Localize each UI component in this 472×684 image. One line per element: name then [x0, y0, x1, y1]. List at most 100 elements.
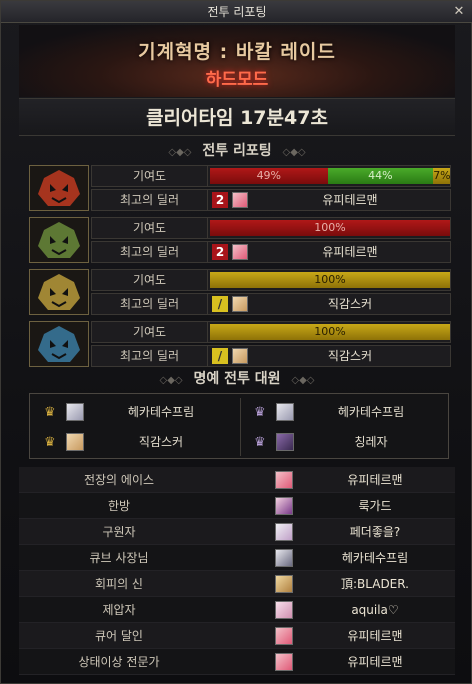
award-title: 큐브 사장님: [89, 551, 149, 565]
honor-member-name: 직감스커: [138, 435, 184, 449]
crown-icon: ♛: [254, 405, 266, 420]
crown-icon: ♛: [254, 435, 266, 450]
blue-dragon-boss-icon: [29, 321, 89, 367]
section-title-honor: 명예 전투 대원: [193, 371, 281, 387]
contribution-segment: 49%: [210, 168, 328, 184]
contribution-bar: 100%: [210, 272, 450, 288]
contribution-segment: 7%: [433, 168, 451, 184]
character-avatar: [275, 497, 293, 515]
award-row: 한방 룩가드: [19, 493, 455, 519]
boss-stats: 기여도 100% 최고의 딜러 2 유피테르맨: [91, 217, 451, 263]
window-title: 전투 리포팅: [207, 5, 267, 19]
award-recipient-name: 룩가드: [358, 499, 392, 513]
best-dealer-label: 최고의 딜러: [92, 346, 208, 366]
dealer-name: 유피테르맨: [322, 245, 378, 259]
award-title: 구원자: [102, 525, 136, 539]
contribution-bar: 49% 44% 7%: [210, 168, 451, 184]
close-icon[interactable]: ✕: [451, 4, 467, 20]
honor-member: ♛ 헤카테수프림: [242, 398, 450, 426]
boss-stats: 기여도 100% 최고의 딜러 / 직감스커: [91, 269, 451, 315]
award-row: 구원자 페더좋을?: [19, 519, 455, 545]
character-avatar: [275, 627, 293, 645]
contribution-segment: 44%: [327, 168, 434, 184]
award-row: 상태이상 전문가 유피테르맨: [19, 649, 455, 675]
contribution-line: 기여도 49% 44% 7%: [91, 165, 451, 187]
best-dealer: 2 유피테르맨: [210, 191, 450, 209]
honor-member: ♛ 칭레자: [242, 428, 450, 456]
contribution-label: 기여도: [92, 166, 208, 186]
award-title: 전장의 에이스: [83, 473, 155, 487]
honor-member-name: 헤카테수프림: [127, 405, 195, 419]
divider-ornament-icon: ◇◆◇: [282, 147, 306, 158]
contribution-line: 기여도 100%: [91, 217, 451, 239]
award-title: 큐어 달인: [95, 629, 143, 643]
battle-report-window: 전투 리포팅 ✕ 기계혁명 : 바칼 레이드 하드모드 클리어타임 17분47초…: [0, 0, 472, 684]
best-dealer: / 직감스커: [210, 295, 450, 313]
contribution-bar: 100%: [210, 220, 450, 236]
award-recipient-name: 헤카테수프림: [341, 551, 409, 565]
award-row: 제압자 aquila♡: [19, 597, 455, 623]
award-row: 큐어 달인 유피테르맨: [19, 623, 455, 649]
contribution-label: 기여도: [92, 270, 208, 290]
section-title-report: 전투 리포팅: [202, 143, 272, 159]
character-avatar: [275, 471, 293, 489]
class-badge-icon: 2: [212, 192, 228, 208]
section-header-honor: ◇◆◇ 명예 전투 대원 ◇◆◇: [19, 367, 455, 391]
boss-stats: 기여도 100% 최고의 딜러 / 직감스커: [91, 321, 451, 367]
award-recipient-name: aquila♡: [351, 603, 399, 617]
best-dealer-line: 최고의 딜러 / 직감스커: [91, 345, 451, 367]
contribution-segment: 100%: [210, 324, 450, 340]
boss-row: 기여도 100% 최고의 딜러 / 직감스커: [29, 269, 451, 315]
character-avatar: [275, 601, 293, 619]
award-recipient-name: 페더좋을?: [349, 525, 401, 539]
award-row: 회피의 신 頂:BLADER.: [19, 571, 455, 597]
crown-icon: ♛: [44, 435, 56, 450]
character-avatar: [66, 433, 84, 451]
character-avatar: [275, 575, 293, 593]
award-list: 전장의 에이스 유피테르맨 한방 룩가드 구원자 페더좋을? 큐브 사장님 헤카테수프림 회피의…: [19, 467, 455, 679]
contribution-line: 기여도 100%: [91, 269, 451, 291]
window-titlebar[interactable]: 전투 리포팅 ✕: [1, 1, 472, 23]
award-recipient-name: 유피테르맨: [347, 629, 403, 643]
raid-title: 기계혁명 : 바칼 레이드: [138, 41, 336, 63]
boss-row: 기여도 49% 44% 7% 최고의 딜러 2 유피테르맨: [29, 165, 451, 211]
character-avatar: [232, 244, 248, 260]
character-avatar: [275, 523, 293, 541]
dealer-name: 직감스커: [327, 297, 373, 311]
character-avatar: [232, 348, 248, 364]
honor-member: ♛ 직감스커: [32, 428, 240, 456]
class-badge-icon: /: [212, 348, 228, 364]
award-title: 회피의 신: [95, 577, 143, 591]
class-badge-icon: 2: [212, 244, 228, 260]
award-recipient-name: 유피테르맨: [347, 473, 403, 487]
boss-row: 기여도 100% 최고의 딜러 2 유피테르맨: [29, 217, 451, 263]
best-dealer-label: 최고의 딜러: [92, 242, 208, 262]
award-title: 상태이상 전문가: [78, 655, 160, 669]
best-dealer: / 직감스커: [210, 347, 450, 365]
best-dealer-line: 최고의 딜러 / 직감스커: [91, 293, 451, 315]
gold-dragon-boss-icon: [29, 269, 89, 315]
contribution-label: 기여도: [92, 322, 208, 342]
section-header-report: ◇◆◇ 전투 리포팅 ◇◆◇: [19, 139, 455, 163]
contribution-segment: 100%: [210, 220, 450, 236]
award-title: 제압자: [102, 603, 136, 617]
contribution-line: 기여도 100%: [91, 321, 451, 343]
dealer-name: 직감스커: [327, 349, 373, 363]
class-badge-icon: /: [212, 296, 228, 312]
award-row: 전장의 에이스 유피테르맨: [19, 467, 455, 493]
character-avatar: [275, 653, 293, 671]
crown-icon: ♛: [44, 405, 56, 420]
divider-ornament-icon: ◇◆◇: [159, 375, 183, 386]
award-row: 큐브 사장님 헤카테수프림: [19, 545, 455, 571]
best-dealer-line: 최고의 딜러 2 유피테르맨: [91, 189, 451, 211]
clear-time: 클리어타임 17분47초: [19, 98, 455, 136]
contribution-bar: 100%: [210, 324, 450, 340]
award-title: 한방: [107, 499, 131, 513]
divider-ornament-icon: ◇◆◇: [168, 147, 192, 158]
boss-stats: 기여도 49% 44% 7% 최고의 딜러 2 유피테르맨: [91, 165, 451, 211]
honor-member-name: 헤카테수프림: [337, 405, 405, 419]
character-avatar: [276, 403, 294, 421]
raid-banner: 기계혁명 : 바칼 레이드 하드모드: [19, 25, 455, 97]
boss-row: 기여도 100% 최고의 딜러 / 직감스커: [29, 321, 451, 367]
honor-members-panel: ♛ 헤카테수프림 ♛ 헤카테수프림 ♛ 직감스커 ♛ 칭레자: [29, 393, 449, 459]
